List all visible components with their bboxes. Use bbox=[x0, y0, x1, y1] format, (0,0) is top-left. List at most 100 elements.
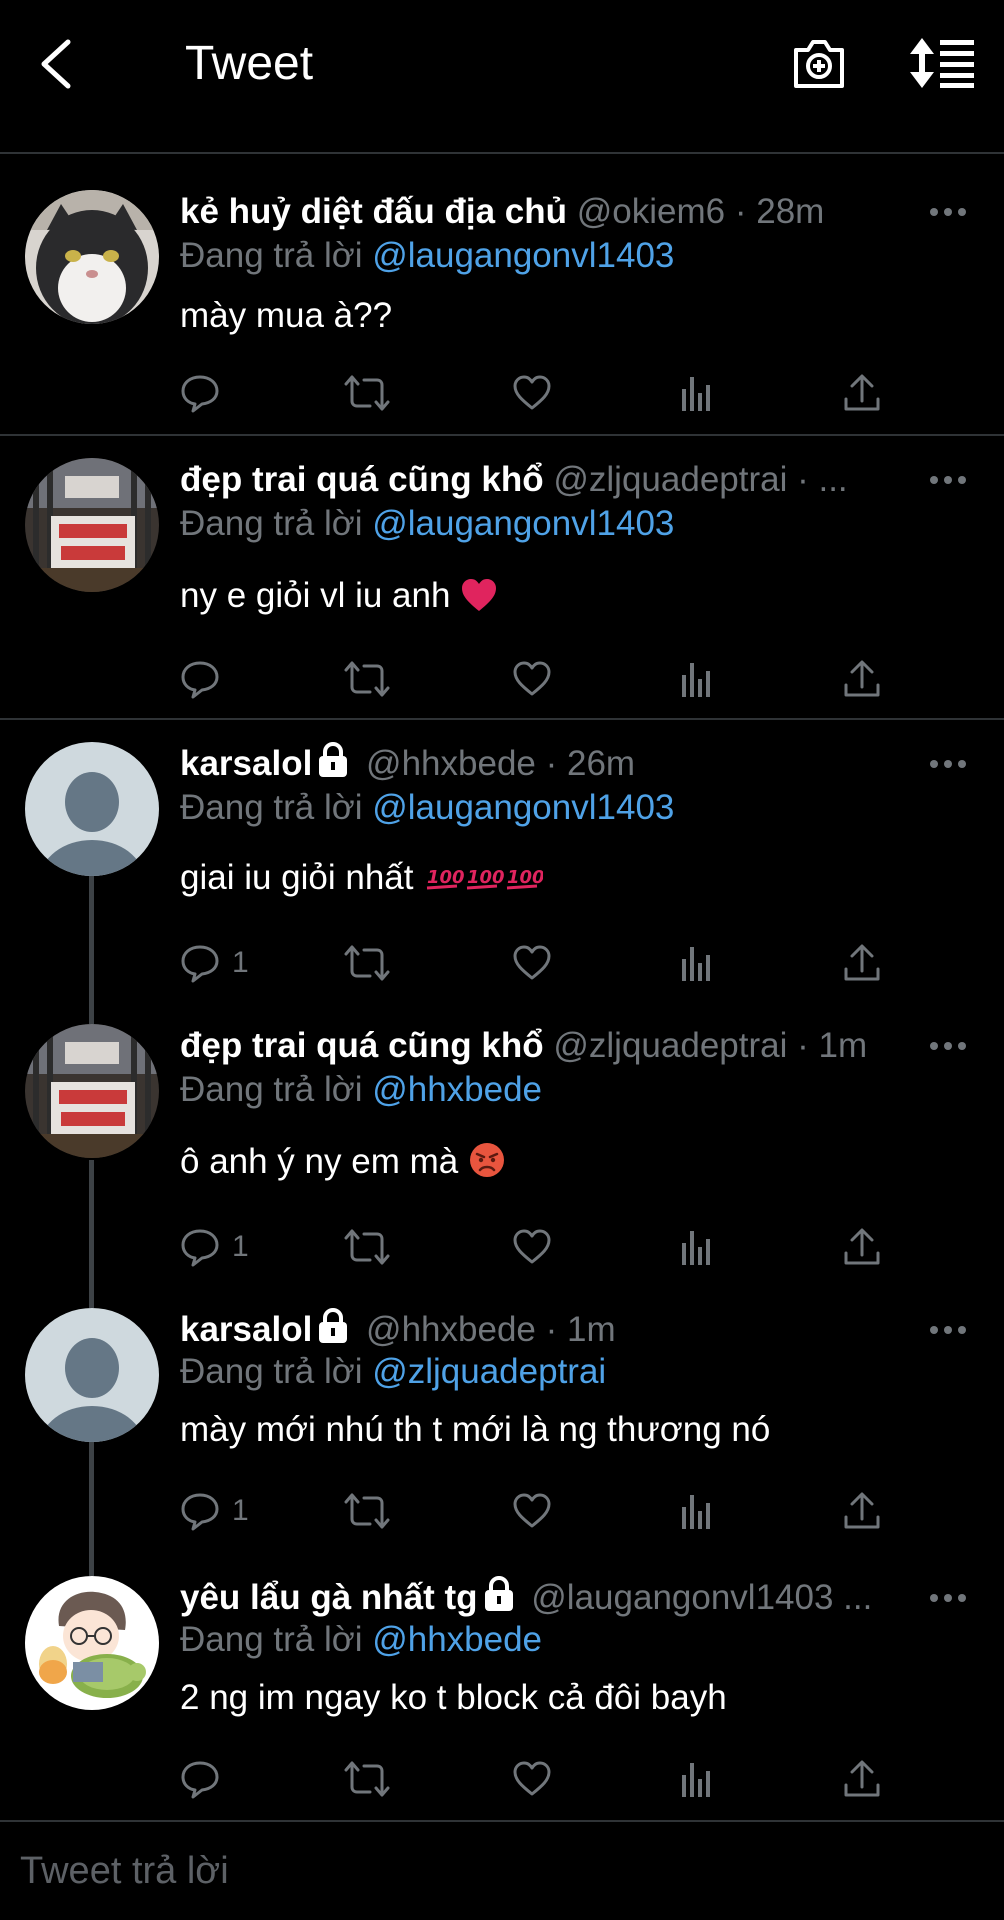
display-name[interactable]: karsalol bbox=[180, 744, 312, 783]
retweet-icon bbox=[343, 1491, 391, 1531]
hundred-points-emoji: 100 100 100 bbox=[427, 867, 543, 890]
views-button[interactable] bbox=[677, 1488, 717, 1534]
retweet-button[interactable] bbox=[343, 370, 391, 416]
tweet-text: mày mới nhú th t mới là ng thương nó bbox=[180, 1408, 964, 1452]
avatar[interactable] bbox=[25, 1576, 159, 1710]
share-button[interactable] bbox=[842, 940, 882, 986]
reply-compose-bar[interactable]: Tweet trả lời bbox=[0, 1820, 1004, 1920]
reply-button[interactable]: 1 bbox=[180, 1488, 249, 1534]
top-bar: Tweet bbox=[0, 0, 1004, 154]
more-button[interactable] bbox=[928, 756, 968, 776]
tweet[interactable]: yêu lẩu gà nhất tg @laugangonvl1403 ... … bbox=[0, 1552, 1004, 1818]
reply-mention-link[interactable]: @hhxbede bbox=[372, 1070, 542, 1109]
tweet-header: karsalol @hhxbede · 1m bbox=[180, 1308, 944, 1352]
share-icon bbox=[842, 1759, 882, 1799]
back-button[interactable] bbox=[34, 36, 82, 92]
retweet-button[interactable] bbox=[343, 1756, 391, 1802]
svg-text:100: 100 bbox=[507, 867, 543, 888]
tweet[interactable]: kẻ huỷ diệt đấu địa chủ @okiem6 · 28m Đa… bbox=[0, 156, 1004, 436]
more-button[interactable] bbox=[928, 1322, 968, 1342]
default-avatar bbox=[25, 742, 159, 876]
like-button[interactable] bbox=[512, 656, 552, 702]
share-button[interactable] bbox=[842, 656, 882, 702]
share-button[interactable] bbox=[842, 1224, 882, 1270]
cartoon-avatar bbox=[25, 1576, 159, 1710]
action-bar bbox=[180, 370, 880, 416]
share-button[interactable] bbox=[842, 1488, 882, 1534]
display-name[interactable]: yêu lẩu gà nhất tg bbox=[180, 1578, 478, 1617]
views-button[interactable] bbox=[677, 656, 717, 702]
like-button[interactable] bbox=[512, 370, 552, 416]
reply-input[interactable]: Tweet trả lời bbox=[20, 1850, 229, 1893]
action-bar: 1 bbox=[180, 1488, 880, 1534]
like-button[interactable] bbox=[512, 940, 552, 986]
retweet-button[interactable] bbox=[343, 656, 391, 702]
avatar[interactable] bbox=[25, 190, 159, 324]
display-name[interactable]: karsalol bbox=[180, 1310, 312, 1349]
like-button[interactable] bbox=[512, 1756, 552, 1802]
reply-button[interactable] bbox=[180, 1756, 232, 1802]
retweet-button[interactable] bbox=[343, 940, 391, 986]
reply-mention-link[interactable]: @zljquadeptrai bbox=[372, 1352, 606, 1391]
camera-button[interactable] bbox=[790, 34, 848, 92]
views-button[interactable] bbox=[677, 370, 717, 416]
share-icon bbox=[842, 373, 882, 413]
sort-button[interactable] bbox=[908, 36, 978, 90]
chevron-left-icon bbox=[41, 39, 71, 89]
avatar[interactable] bbox=[25, 742, 159, 876]
stats-icon bbox=[677, 1759, 717, 1799]
camera-plus-icon bbox=[794, 40, 844, 88]
display-name[interactable]: kẻ huỷ diệt đấu địa chủ bbox=[180, 192, 567, 231]
reply-count: 1 bbox=[232, 1230, 249, 1263]
action-bar: 1 bbox=[180, 940, 880, 986]
replying-to-label: Đang trả lời bbox=[180, 504, 363, 543]
like-button[interactable] bbox=[512, 1488, 552, 1534]
tweet-text-content: ô anh ý ny em mà bbox=[180, 1142, 459, 1181]
reply-mention-link[interactable]: @hhxbede bbox=[372, 1620, 542, 1659]
replying-to-label: Đang trả lời bbox=[180, 788, 363, 827]
more-button[interactable] bbox=[928, 1590, 968, 1610]
avatar[interactable] bbox=[25, 458, 159, 592]
reply-mention-link[interactable]: @laugangonvl1403 bbox=[372, 788, 674, 827]
reply-button[interactable]: 1 bbox=[180, 940, 249, 986]
stats-icon bbox=[677, 943, 717, 983]
tweet-header: kẻ huỷ diệt đấu địa chủ @okiem6 · 28m bbox=[180, 190, 944, 234]
tweet[interactable]: đẹp trai quá cũng khổ @zljquadeptrai · .… bbox=[0, 438, 1004, 720]
handle-time: @zljquadeptrai · ... bbox=[553, 460, 848, 499]
display-name[interactable]: đẹp trai quá cũng khổ bbox=[180, 1026, 544, 1065]
reply-mention-link[interactable]: @laugangonvl1403 bbox=[372, 504, 674, 543]
reply-mention-link[interactable]: @laugangonvl1403 bbox=[372, 236, 674, 275]
views-button[interactable] bbox=[677, 1224, 717, 1270]
share-button[interactable] bbox=[842, 1756, 882, 1802]
tweet-text-content: mày mua à?? bbox=[180, 296, 393, 335]
handle-time: @okiem6 · 28m bbox=[576, 192, 825, 231]
more-button[interactable] bbox=[928, 472, 968, 492]
retweet-button[interactable] bbox=[343, 1224, 391, 1270]
stats-icon bbox=[677, 1491, 717, 1531]
avatar[interactable] bbox=[25, 1024, 159, 1158]
action-bar: 1 bbox=[180, 1224, 880, 1270]
tweet-text-content: giai iu giỏi nhất bbox=[180, 858, 414, 897]
more-button[interactable] bbox=[928, 1038, 968, 1058]
sign-photo-avatar bbox=[25, 1024, 159, 1158]
display-name[interactable]: đẹp trai quá cũng khổ bbox=[180, 460, 544, 499]
share-button[interactable] bbox=[842, 370, 882, 416]
retweet-icon bbox=[343, 373, 391, 413]
replying-to: Đang trả lời @laugangonvl1403 bbox=[180, 502, 674, 546]
replying-to: Đang trả lời @hhxbede bbox=[180, 1068, 542, 1112]
retweet-button[interactable] bbox=[343, 1488, 391, 1534]
heart-icon bbox=[512, 659, 552, 699]
reply-button[interactable]: 1 bbox=[180, 1224, 249, 1270]
reply-button[interactable] bbox=[180, 370, 232, 416]
reply-icon bbox=[180, 373, 220, 413]
avatar[interactable] bbox=[25, 1308, 159, 1442]
tweet[interactable]: đẹp trai quá cũng khổ @zljquadeptrai · 1… bbox=[0, 1004, 1004, 1284]
tweet[interactable]: karsalol @hhxbede · 1m Đang trả lời @zlj… bbox=[0, 1286, 1004, 1552]
like-button[interactable] bbox=[512, 1224, 552, 1270]
tweet[interactable]: karsalol @hhxbede · 26m Đang trả lời @la… bbox=[0, 722, 1004, 1004]
more-button[interactable] bbox=[928, 204, 968, 224]
views-button[interactable] bbox=[677, 1756, 717, 1802]
reply-button[interactable] bbox=[180, 656, 232, 702]
views-button[interactable] bbox=[677, 940, 717, 986]
handle-time: @hhxbede · 26m bbox=[366, 744, 636, 783]
